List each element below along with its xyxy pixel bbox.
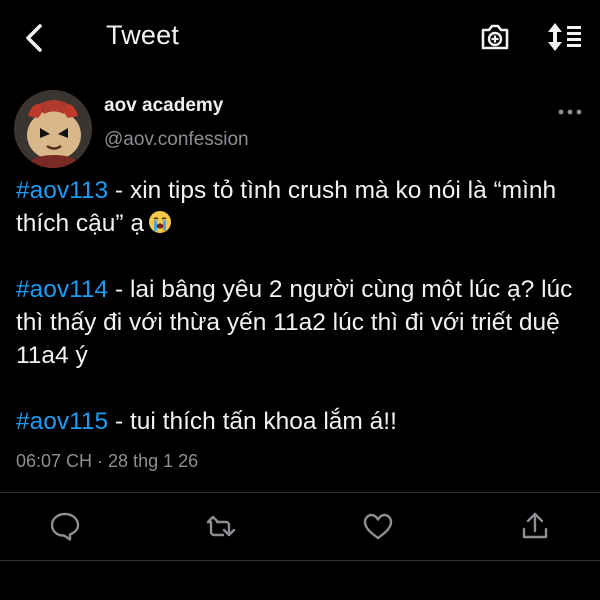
- tweet-paragraph: #aov113 - xin tips tỏ tình crush mà ko n…: [16, 174, 590, 240]
- hashtag-link[interactable]: #aov115: [16, 408, 108, 435]
- share-icon[interactable]: [518, 509, 552, 543]
- crying-face-emoji-icon: [149, 211, 172, 233]
- author-handle[interactable]: @aov.confession: [104, 129, 249, 151]
- tweet-text: - tui thích tấn khoa lắm á!!: [108, 408, 397, 435]
- retweet-icon[interactable]: [204, 509, 238, 543]
- top-bar: Tweet: [0, 0, 600, 76]
- sort-list-icon[interactable]: [544, 20, 584, 54]
- hashtag-link[interactable]: #aov114: [16, 276, 108, 303]
- hashtag-link[interactable]: #aov113: [16, 177, 108, 204]
- reply-icon[interactable]: [48, 509, 82, 543]
- tweet-actions: [0, 505, 600, 549]
- back-chevron-icon[interactable]: [16, 18, 52, 58]
- page-title: Tweet: [106, 20, 180, 50]
- divider: [0, 492, 600, 493]
- avatar[interactable]: [14, 90, 92, 168]
- tweet-paragraph: #aov114 - lai bâng yêu 2 người cùng một …: [16, 273, 590, 372]
- more-options-icon[interactable]: [556, 104, 584, 120]
- author-name[interactable]: aov academy: [104, 95, 223, 117]
- divider: [0, 560, 600, 561]
- tweet-timestamp[interactable]: 06:07 CH · 28 thg 1 26: [16, 451, 198, 472]
- tweet-body: #aov113 - xin tips tỏ tình crush mà ko n…: [16, 174, 590, 471]
- tweet-paragraph: #aov115 - tui thích tấn khoa lắm á!!: [16, 405, 590, 438]
- like-icon[interactable]: [361, 509, 395, 543]
- camera-plus-icon[interactable]: [478, 20, 512, 54]
